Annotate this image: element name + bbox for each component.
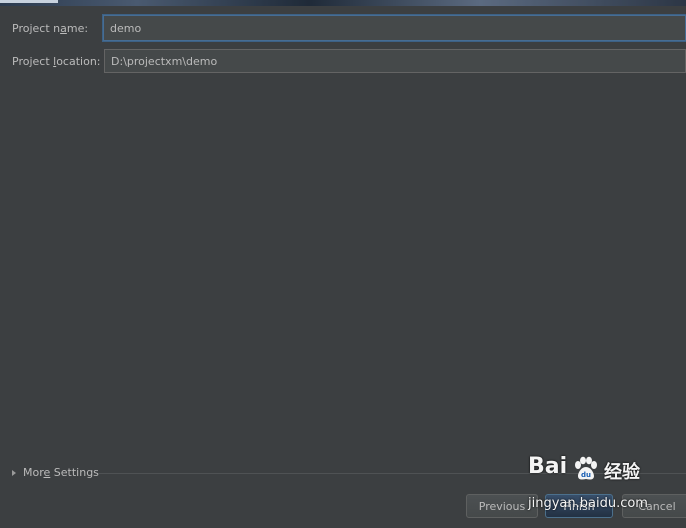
project-name-label: Project name: [12,22,89,35]
more-settings-toggle[interactable]: More Settings [12,466,99,479]
project-name-input[interactable] [103,15,686,41]
expand-triangle-icon [12,469,16,476]
more-settings-divider [98,473,686,474]
project-name-row: Project name: [0,15,686,42]
baidu-paw-icon: du [575,456,597,480]
watermark-logo-suffix: 经验 [604,462,640,483]
previous-button[interactable]: Previous [466,494,538,518]
finish-button[interactable]: Finish [545,494,613,518]
watermark-logo-text: Bai [528,454,568,479]
cancel-button[interactable]: Cancel [622,494,686,518]
project-location-row: Project location: [0,49,686,75]
window-tab-indicator [0,0,58,3]
project-location-label: Project location: [12,55,101,68]
window-title-strip [0,0,686,6]
project-location-input[interactable] [104,49,686,73]
more-settings-label: More Settings [23,466,99,479]
